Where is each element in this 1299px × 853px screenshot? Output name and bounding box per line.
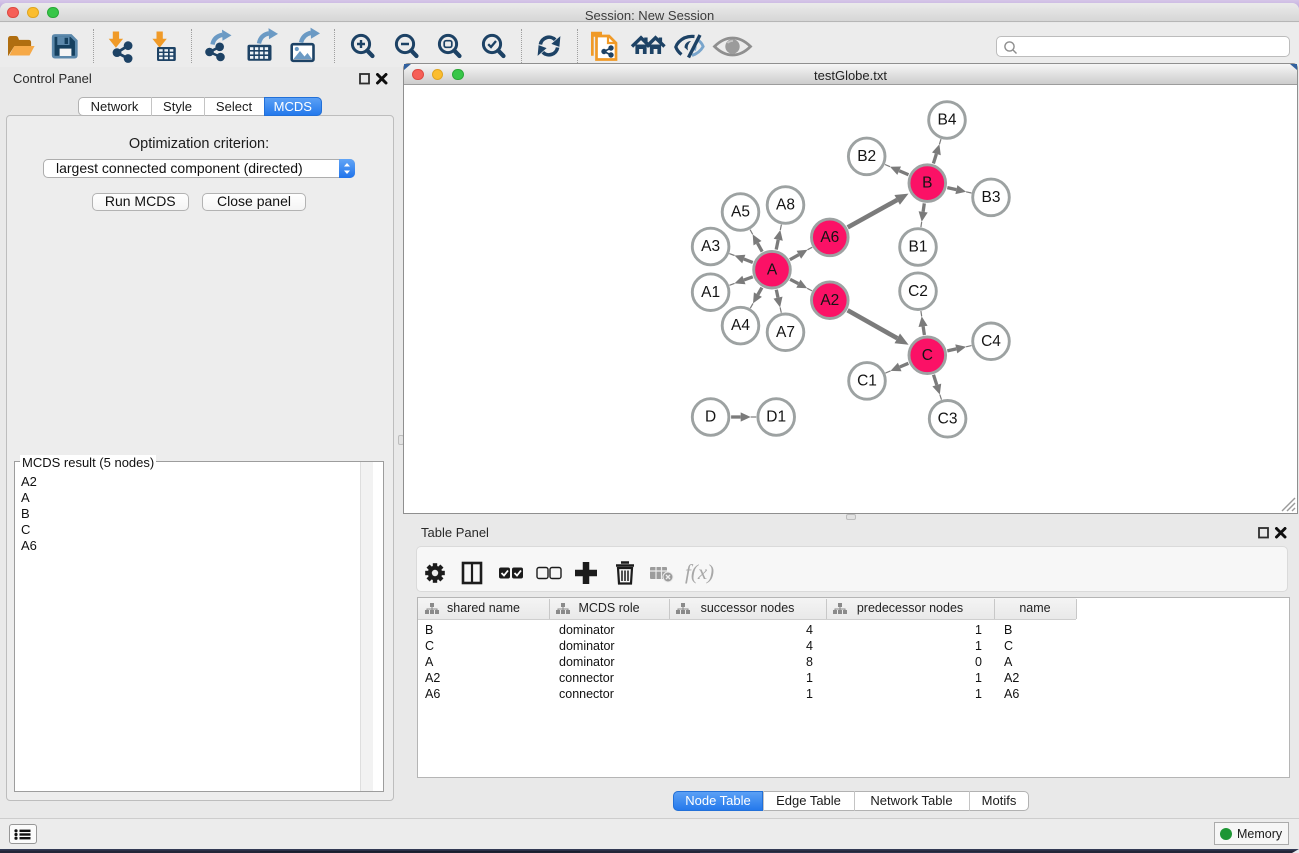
svg-text:B1: B1 — [909, 239, 928, 256]
svg-text:B2: B2 — [857, 148, 876, 165]
svg-text:C1: C1 — [857, 372, 877, 389]
svg-text:D: D — [705, 409, 716, 426]
svg-text:C2: C2 — [908, 283, 928, 300]
svg-text:A6: A6 — [820, 229, 839, 246]
svg-text:B3: B3 — [982, 189, 1001, 206]
svg-text:A2: A2 — [820, 292, 839, 309]
svg-text:A1: A1 — [701, 284, 720, 301]
svg-text:A7: A7 — [776, 324, 795, 341]
svg-text:C3: C3 — [938, 410, 958, 427]
svg-text:B: B — [922, 175, 932, 192]
svg-text:C4: C4 — [981, 333, 1001, 350]
svg-text:B4: B4 — [938, 112, 957, 129]
svg-text:A5: A5 — [731, 204, 750, 221]
svg-text:D1: D1 — [766, 409, 786, 426]
svg-text:A3: A3 — [701, 238, 720, 255]
svg-text:A4: A4 — [731, 317, 750, 334]
svg-text:C: C — [922, 347, 933, 364]
svg-text:A8: A8 — [776, 197, 795, 214]
svg-text:A: A — [767, 261, 778, 278]
